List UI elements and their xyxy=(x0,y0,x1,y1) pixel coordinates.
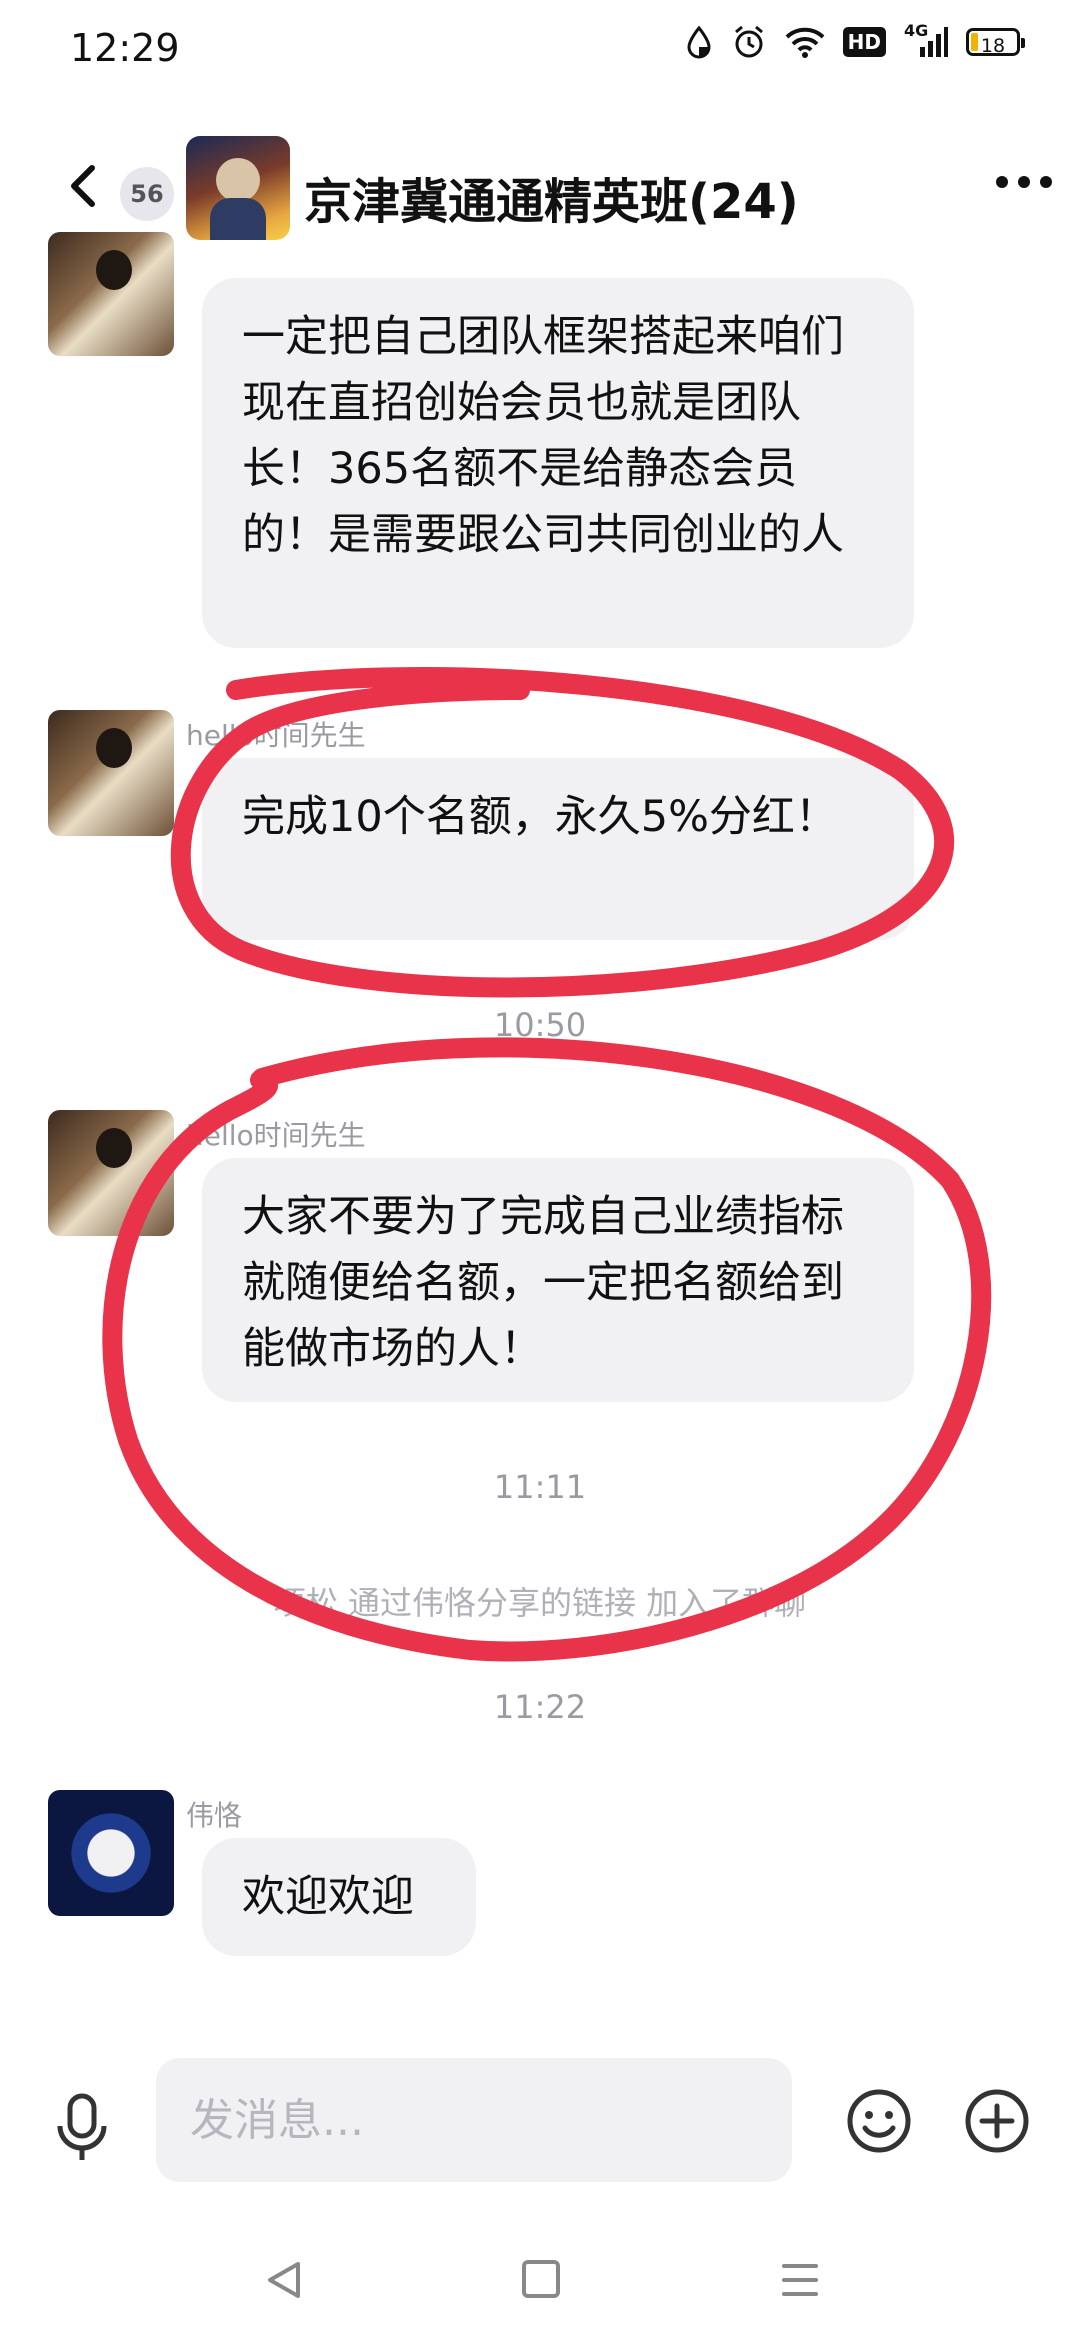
message-bubble[interactable]: 大家不要为了完成自己业绩指标就随便给名额，一定把名额给到能做市场的人！ xyxy=(202,1158,914,1402)
avatar[interactable] xyxy=(48,232,174,356)
system-message: 项松 通过伟恪分享的链接 加入了群聊 xyxy=(273,1584,807,1622)
status-icons: HD 4G 18 xyxy=(685,21,1025,60)
network-label: 4G xyxy=(904,21,929,40)
avatar[interactable] xyxy=(48,1110,174,1236)
status-time: 12:29 xyxy=(70,26,180,70)
plus-icon[interactable] xyxy=(964,2088,1030,2154)
status-bar: 12:29 HD 4G 18 xyxy=(0,0,1080,96)
nav-home-icon[interactable] xyxy=(522,2260,560,2298)
sender-name: hello时间先生 xyxy=(186,719,366,752)
system-nav-bar xyxy=(0,2230,1080,2340)
avatar[interactable] xyxy=(48,1790,174,1916)
message-bubble[interactable]: 一定把自己团队框架搭起来咱们现在直招创始会员也就是团队长！365名额不是给静态会… xyxy=(202,278,914,648)
back-icon[interactable] xyxy=(62,162,110,210)
unread-badge[interactable]: 56 xyxy=(120,167,174,221)
chat-title[interactable]: 京津冀通通精英班(24) xyxy=(304,162,799,232)
message-input[interactable] xyxy=(156,2058,792,2182)
timestamp: 11:11 xyxy=(493,1468,587,1506)
timestamp: 11:22 xyxy=(493,1688,587,1726)
alarm-icon xyxy=(731,24,767,60)
hd-badge: HD xyxy=(842,27,886,57)
timestamp: 10:50 xyxy=(493,1006,587,1044)
battery-indicator: 18 xyxy=(966,28,1025,57)
signal-icon: 4G xyxy=(904,21,948,59)
group-avatar[interactable] xyxy=(186,136,290,240)
nav-menu-icon[interactable] xyxy=(780,2258,820,2302)
sender-name: 伟恪 xyxy=(186,1799,243,1832)
more-icon[interactable] xyxy=(996,176,1052,188)
sender-name: hello时间先生 xyxy=(186,1119,366,1152)
wifi-icon xyxy=(785,26,825,58)
data-saver-icon xyxy=(685,25,713,59)
message-bubble[interactable]: 完成10个名额，永久5%分红！ xyxy=(202,758,914,940)
emoji-icon[interactable] xyxy=(846,2088,912,2154)
mic-icon[interactable] xyxy=(52,2090,112,2166)
battery-level: 18 xyxy=(980,35,1006,57)
nav-back-icon[interactable] xyxy=(262,2258,306,2302)
message-bubble[interactable]: 欢迎欢迎 xyxy=(202,1838,476,1956)
avatar[interactable] xyxy=(48,710,174,836)
